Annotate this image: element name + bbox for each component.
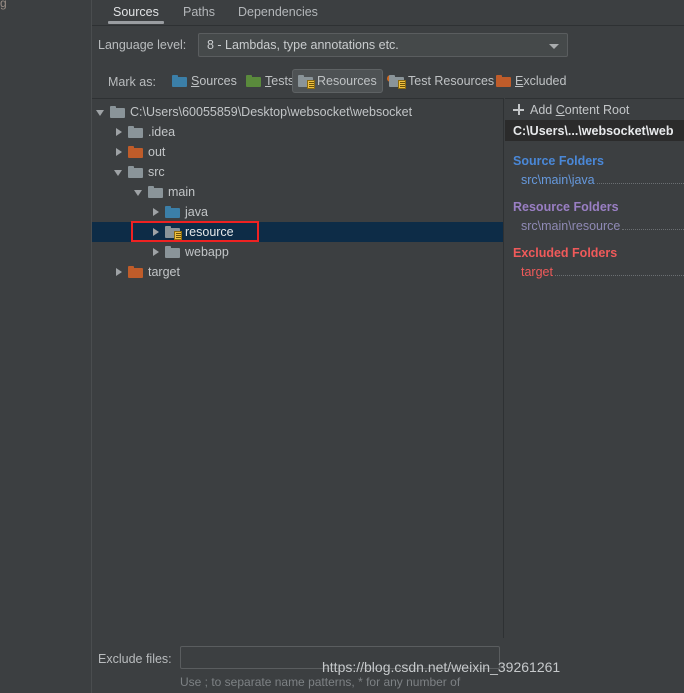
leader-line (622, 229, 684, 230)
test-resource-folder-icon (387, 75, 406, 89)
gutter-text-fragment: g (0, 0, 7, 10)
language-level-row: Language level: 8 - Lambdas, type annota… (92, 27, 684, 67)
mark-as-resources-button[interactable]: Resources (292, 69, 383, 93)
tree-label: out (148, 145, 166, 159)
table-row[interactable]: src (92, 162, 503, 182)
table-row[interactable]: out (92, 142, 503, 162)
tree-label: C:\Users\60055859\Desktop\websocket\webs… (130, 105, 413, 119)
tree-label: java (185, 205, 208, 219)
twisty-down-icon[interactable] (112, 162, 126, 182)
mark-as-excluded-button[interactable]: Excluded (490, 69, 572, 93)
green-folder-icon (246, 75, 261, 87)
table-row[interactable]: webapp (92, 242, 503, 262)
orange-folder-icon (128, 146, 143, 158)
source-folder-path: src\main\java (521, 173, 595, 187)
tab-sources[interactable]: Sources (104, 0, 168, 26)
mark-as-excluded-label: Excluded (515, 74, 567, 88)
leader-line (596, 183, 684, 184)
mark-as-test-resources-button[interactable]: Test Resources (383, 69, 500, 93)
tree-label: resource (185, 225, 234, 239)
resource-folder-icon (298, 75, 315, 89)
mark-as-tests-label: Tests (265, 74, 295, 88)
gray-folder-icon (128, 126, 143, 138)
resource-folders-section: Resource Folders src\main\resource (505, 200, 684, 233)
excluded-folders-title: Excluded Folders (513, 246, 618, 260)
mark-as-resources-label: Resources (317, 74, 377, 88)
content-roots-panel: Add Content Root C:\Users\...\websocket\… (505, 98, 684, 638)
twisty-down-icon[interactable] (94, 102, 108, 122)
table-row[interactable]: java (92, 202, 503, 222)
twisty-right-icon[interactable] (149, 202, 163, 222)
source-folders-section: Source Folders src\main\java (505, 154, 684, 187)
table-row[interactable]: target (92, 262, 503, 282)
mark-as-sources-label: Sources (191, 74, 237, 88)
resource-folder-item[interactable]: src\main\resource (505, 219, 684, 233)
content-root-path[interactable]: C:\Users\...\websocket\web (505, 120, 684, 141)
blue-folder-icon (165, 206, 180, 218)
content-tree: C:\Users\60055859\Desktop\websocket\webs… (92, 99, 503, 282)
table-row-selected[interactable]: resource (92, 222, 503, 242)
gray-folder-icon (128, 166, 143, 178)
twisty-down-icon[interactable] (132, 182, 146, 202)
content-tree-panel[interactable]: C:\Users\60055859\Desktop\websocket\webs… (92, 98, 504, 638)
table-row[interactable]: C:\Users\60055859\Desktop\websocket\webs… (92, 102, 503, 122)
chevron-down-icon (549, 44, 559, 49)
orange-folder-icon (128, 266, 143, 278)
source-folder-item[interactable]: src\main\java (505, 173, 684, 187)
excluded-folder-path: target (521, 265, 553, 279)
tab-paths[interactable]: Paths (174, 0, 224, 26)
sources-panel: Sources Paths Dependencies Language leve… (92, 0, 684, 693)
project-structure-dialog: g Sources Paths Dependencies Language le… (0, 0, 684, 693)
excluded-folders-section: Excluded Folders target (505, 246, 684, 279)
tree-label: target (148, 265, 180, 279)
language-level-value: 8 - Lambdas, type annotations etc. (207, 38, 399, 52)
twisty-right-icon[interactable] (112, 142, 126, 162)
add-content-root-button[interactable]: Add Content Root (505, 99, 684, 120)
gray-folder-icon (165, 246, 180, 258)
add-content-root-label: Add Content Root (530, 102, 630, 117)
mark-as-row: Mark as: Sources Tests Resources Test Re… (92, 66, 684, 98)
left-gutter: g (0, 0, 92, 693)
tree-label: main (168, 185, 196, 199)
tab-bar: Sources Paths Dependencies (92, 0, 684, 26)
resource-folder-icon (165, 226, 182, 240)
tree-label: webapp (185, 245, 229, 259)
orange-folder-icon (496, 75, 511, 87)
mark-as-test-resources-label: Test Resources (408, 74, 495, 88)
plus-icon (513, 104, 524, 115)
twisty-right-icon[interactable] (149, 242, 163, 262)
excluded-folder-item[interactable]: target (505, 265, 684, 279)
table-row[interactable]: .idea (92, 122, 503, 142)
gray-folder-icon (110, 106, 125, 118)
tab-dependencies[interactable]: Dependencies (229, 0, 327, 26)
resource-folder-path: src\main\resource (521, 219, 621, 233)
resource-folders-title: Resource Folders (513, 200, 619, 214)
mark-as-sources-button[interactable]: Sources (166, 69, 243, 93)
twisty-right-icon[interactable] (112, 262, 126, 282)
leader-line (554, 275, 684, 276)
twisty-right-icon[interactable] (149, 222, 163, 242)
source-folders-title: Source Folders (513, 154, 604, 168)
exclude-files-hint: Use ; to separate name patterns, * for a… (180, 675, 461, 689)
tree-label: .idea (148, 125, 176, 139)
exclude-files-label: Exclude files: (98, 652, 172, 666)
twisty-right-icon[interactable] (112, 122, 126, 142)
gray-folder-icon (148, 186, 163, 198)
table-row[interactable]: main (92, 182, 503, 202)
tree-label: src (148, 165, 165, 179)
blue-folder-icon (172, 75, 187, 87)
watermark-text: https://blog.csdn.net/weixin_39261261 (322, 659, 561, 675)
language-level-select[interactable]: 8 - Lambdas, type annotations etc. (198, 33, 568, 57)
language-level-label: Language level: (98, 38, 187, 52)
mark-as-label: Mark as: (108, 75, 156, 89)
